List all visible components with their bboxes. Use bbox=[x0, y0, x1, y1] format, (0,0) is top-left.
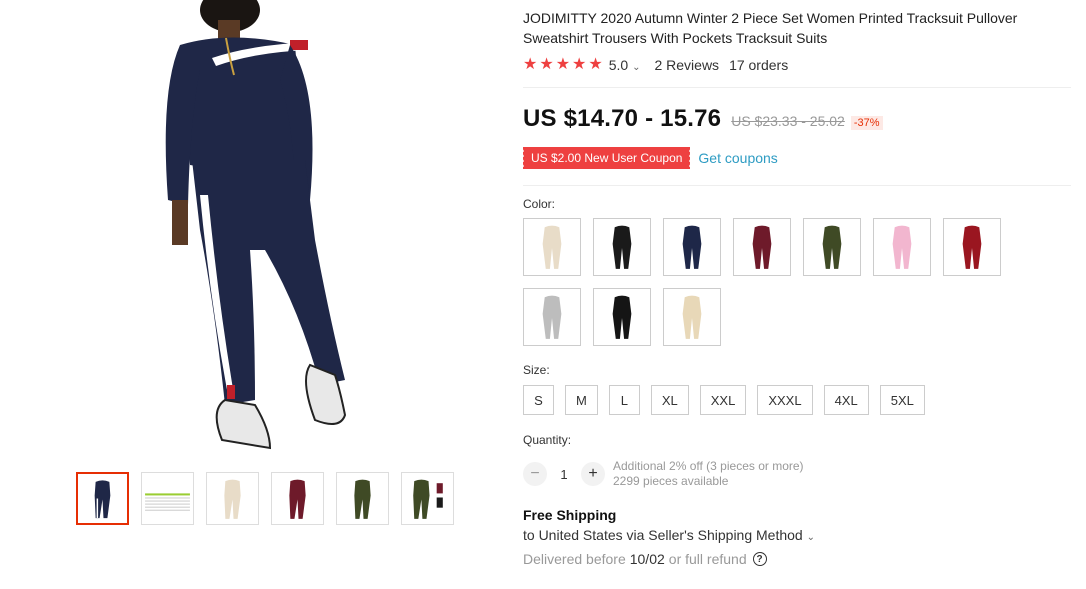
shipping-destination-dropdown[interactable]: to United States via Seller's Shipping M… bbox=[523, 527, 1086, 543]
thumbnail-army-green[interactable] bbox=[336, 472, 389, 525]
delivery-prefix: Delivered before bbox=[523, 551, 626, 567]
quantity-decrease-button[interactable]: − bbox=[523, 462, 547, 486]
thumbnail-navy[interactable] bbox=[76, 472, 129, 525]
size-option-xxl[interactable]: XXL bbox=[699, 385, 747, 415]
orders-count: 17 orders bbox=[729, 57, 789, 73]
star-icon: ★ bbox=[539, 56, 554, 73]
size-option-5xl[interactable]: 5XL bbox=[879, 385, 925, 415]
color-swatch-gray[interactable] bbox=[523, 288, 581, 346]
quantity-stepper: − 1 + Additional 2% off (3 pieces or mor… bbox=[523, 459, 1086, 489]
chevron-down-icon: ⌄ bbox=[806, 532, 816, 543]
quantity-label: Quantity: bbox=[523, 433, 572, 447]
thumbnail-wine[interactable] bbox=[271, 472, 324, 525]
star-icon: ★ bbox=[572, 56, 587, 73]
delivery-suffix: or full refund bbox=[668, 551, 747, 567]
quantity-info: Additional 2% off (3 pieces or more) 229… bbox=[613, 459, 804, 489]
discount-badge: -37% bbox=[850, 116, 883, 130]
product-info: JODIMITTY 2020 Autumn Winter 2 Piece Set… bbox=[521, 8, 1086, 567]
color-swatch-army-green[interactable] bbox=[803, 218, 861, 276]
bulk-discount-note: Additional 2% off (3 pieces or more) bbox=[613, 459, 804, 473]
thumbnail-size-chart[interactable] bbox=[141, 472, 194, 525]
pieces-available: 2299 pieces available bbox=[613, 474, 729, 488]
color-swatch-wine[interactable] bbox=[733, 218, 791, 276]
rating-value-dropdown[interactable]: 5.0 ⌄ bbox=[609, 57, 641, 73]
thumbnail-green-multi[interactable] bbox=[401, 472, 454, 525]
size-option-xl[interactable]: XL bbox=[650, 385, 689, 415]
shipping-title: Free Shipping bbox=[523, 507, 617, 523]
rating-row: ★ ★ ★ ★ ★ 5.0 ⌄ 2 Reviews 17 orders bbox=[523, 57, 1086, 74]
thumbnail-strip bbox=[76, 472, 454, 525]
color-swatch-navy[interactable] bbox=[663, 218, 721, 276]
size-option-s[interactable]: S bbox=[523, 385, 554, 415]
quantity-increase-button[interactable]: + bbox=[581, 462, 605, 486]
main-product-image[interactable] bbox=[130, 0, 460, 462]
price-row: US $14.70 - 15.76 US $23.33 - 25.02 -37% bbox=[523, 105, 1086, 133]
color-swatches bbox=[523, 218, 1013, 346]
star-icon: ★ bbox=[588, 56, 603, 73]
help-icon[interactable]: ? bbox=[752, 552, 767, 566]
color-swatch-khaki[interactable] bbox=[663, 288, 721, 346]
delivery-estimate: Delivered before 10/02 or full refund ? bbox=[523, 551, 1086, 567]
shipping-destination: to United States via Seller's Shipping M… bbox=[523, 527, 803, 543]
star-rating: ★ ★ ★ ★ ★ bbox=[523, 57, 603, 73]
coupon-row: US $2.00 New User Coupon Get coupons bbox=[521, 147, 1086, 169]
size-options: S M L XL XXL XXXL 4XL 5XL bbox=[523, 385, 1086, 415]
size-option-4xl[interactable]: 4XL bbox=[823, 385, 869, 415]
thumbnail-beige[interactable] bbox=[206, 472, 259, 525]
divider bbox=[523, 185, 1071, 186]
star-icon: ★ bbox=[523, 56, 538, 73]
color-swatch-red[interactable] bbox=[943, 218, 1001, 276]
new-user-coupon[interactable]: US $2.00 New User Coupon bbox=[521, 147, 691, 169]
color-swatch-black-red[interactable] bbox=[593, 288, 651, 346]
size-option-m[interactable]: M bbox=[565, 385, 598, 415]
divider bbox=[523, 87, 1071, 88]
color-swatch-pink[interactable] bbox=[873, 218, 931, 276]
size-label: Size: bbox=[523, 363, 550, 377]
reviews-link[interactable]: 2 Reviews bbox=[654, 57, 719, 73]
get-coupons-link[interactable]: Get coupons bbox=[698, 150, 777, 166]
size-option-xxxl[interactable]: XXXL bbox=[757, 385, 813, 415]
chevron-down-icon: ⌄ bbox=[632, 62, 641, 73]
product-title: JODIMITTY 2020 Autumn Winter 2 Piece Set… bbox=[523, 10, 1018, 46]
current-price: US $14.70 - 15.76 bbox=[523, 105, 722, 132]
star-icon: ★ bbox=[555, 56, 571, 73]
delivery-date: 10/02 bbox=[629, 551, 665, 567]
quantity-input[interactable]: 1 bbox=[547, 467, 581, 482]
original-price: US $23.33 - 25.02 bbox=[731, 113, 845, 129]
rating-value: 5.0 bbox=[608, 57, 629, 73]
color-swatch-beige[interactable] bbox=[523, 218, 581, 276]
color-label: Color: bbox=[523, 197, 556, 211]
size-option-l[interactable]: L bbox=[608, 385, 640, 415]
color-swatch-black[interactable] bbox=[593, 218, 651, 276]
